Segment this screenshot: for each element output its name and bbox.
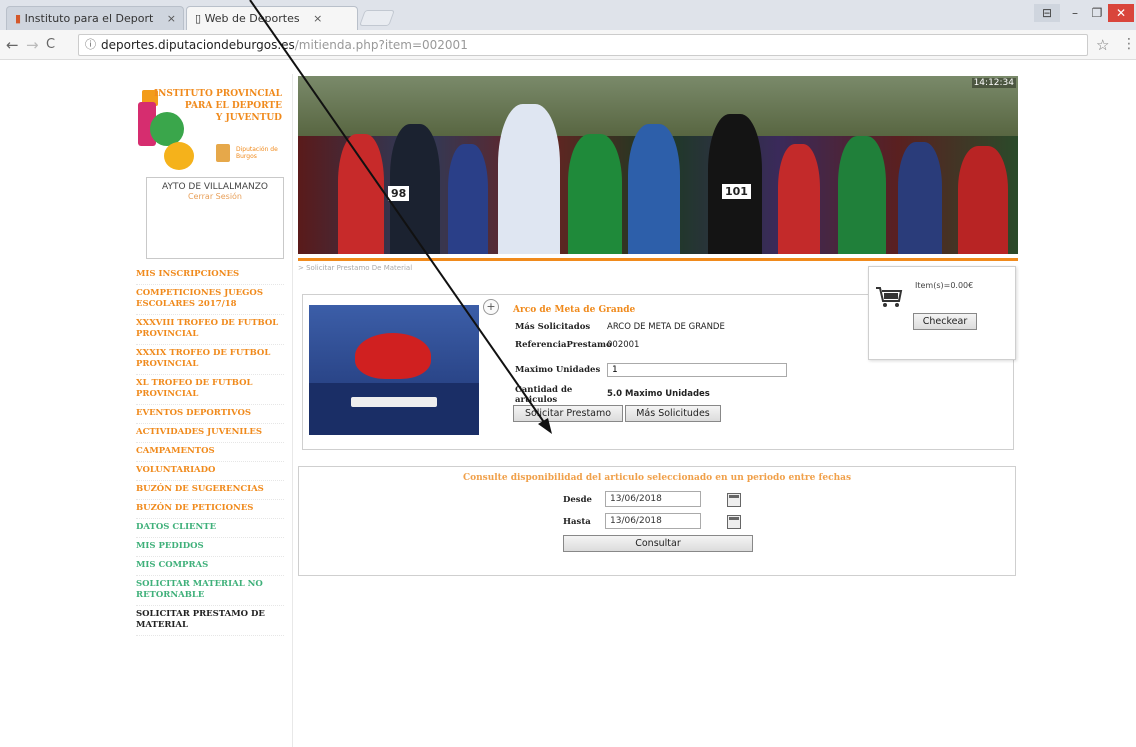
page-icon: ▯: [195, 12, 202, 25]
product-row: ReferenciaPrestamo002001: [515, 340, 639, 350]
most-requested-button[interactable]: Más Solicitudes: [625, 405, 721, 422]
sidebar-item[interactable]: MIS INSCRIPCIONES: [136, 266, 284, 285]
crest-icon: [216, 144, 230, 162]
site-logo[interactable]: INSTITUTO PROVINCIAL PARA EL DEPORTE Y J…: [132, 80, 284, 176]
from-label: Desde: [563, 495, 592, 505]
clock: 14:12:34: [971, 78, 1016, 88]
product-image[interactable]: [309, 305, 479, 435]
profile-button[interactable]: ⊟: [1034, 4, 1060, 22]
page: INSTITUTO PROVINCIAL PARA EL DEPORTE Y J…: [0, 60, 1136, 747]
availability-panel: Consulte disponibilidad del articulo sel…: [298, 466, 1016, 576]
new-tab-button[interactable]: [359, 10, 395, 26]
logout-link[interactable]: Cerrar Sesión: [147, 192, 283, 201]
row-value: 002001: [607, 340, 640, 350]
address-row: ← → C ⓘ deportes.diputaciondeburgos.es/m…: [0, 30, 1136, 60]
sidebar-item[interactable]: ACTIVIDADES JUVENILES: [136, 424, 284, 443]
user-box: AYTO DE VILLALMANZO Cerrar Sesión: [146, 177, 284, 259]
sidebar-item[interactable]: XXXIX TROFEO DE FUTBOL PROVINCIAL: [136, 345, 284, 375]
header-banner: 98 101 14:12:34: [298, 76, 1018, 254]
checkout-button[interactable]: Checkear: [913, 313, 977, 330]
tab-bar: ▮ Instituto para el Deport × ▯ Web de De…: [0, 0, 1136, 30]
sidebar-item[interactable]: DATOS CLIENTE: [136, 519, 284, 538]
tab-title: Web de Deportes: [204, 12, 300, 25]
zoom-icon[interactable]: +: [483, 299, 499, 315]
back-icon[interactable]: ←: [6, 36, 19, 54]
row-value: ARCO DE META DE GRANDE: [607, 322, 725, 332]
tab-web-deportes[interactable]: ▯ Web de Deportes ×: [186, 6, 358, 30]
product-row: Cantidad de articulos: [515, 385, 605, 405]
bookmark-star-icon[interactable]: ☆: [1096, 36, 1109, 54]
logo-subtitle: Diputación de Burgos: [236, 146, 278, 160]
sidebar-item[interactable]: SOLICITAR PRESTAMO DE MATERIAL: [136, 606, 284, 636]
url-domain: deportes.diputaciondeburgos.es: [101, 38, 295, 52]
sidebar-item[interactable]: MIS COMPRAS: [136, 557, 284, 576]
to-label: Hasta: [563, 517, 591, 527]
sidebar-menu: MIS INSCRIPCIONES COMPETICIONES JUEGOS ES…: [136, 266, 284, 636]
quantity-input[interactable]: 1: [607, 363, 787, 377]
to-date-input[interactable]: 13/06/2018: [605, 513, 701, 529]
browser-menu-icon[interactable]: ⋮: [1122, 36, 1136, 52]
runner-bib: 101: [722, 184, 751, 199]
product-row: Maximo Unidades: [515, 365, 607, 375]
product-title: Arco de Meta de Grande: [513, 305, 636, 315]
product-row: Más Solicitados ARCO DE META DE GRANDE: [515, 322, 725, 332]
request-loan-button[interactable]: Solicitar Prestamo: [513, 405, 623, 422]
info-icon: ⓘ: [85, 38, 96, 51]
consult-button[interactable]: Consultar: [563, 535, 753, 552]
sidebar-item[interactable]: XL TROFEO DE FUTBOL PROVINCIAL: [136, 375, 284, 405]
from-date-input[interactable]: 13/06/2018: [605, 491, 701, 507]
sidebar-item[interactable]: EVENTOS DEPORTIVOS: [136, 405, 284, 424]
cart-items-total: Item(s)=0.00€: [915, 281, 974, 290]
sidebar-divider: [292, 74, 293, 747]
sidebar-item[interactable]: CAMPAMENTOS: [136, 443, 284, 462]
max-units-value: 5.0 Maximo Unidades: [607, 389, 710, 399]
tab-instituto[interactable]: ▮ Instituto para el Deport ×: [6, 6, 184, 30]
logo-text: INSTITUTO PROVINCIAL PARA EL DEPORTE Y J…: [153, 89, 282, 123]
tab-title: Instituto para el Deport: [24, 12, 154, 25]
runner-bib: 98: [388, 186, 410, 201]
row-key: Maximo Unidades: [515, 365, 601, 375]
cart-panel: Item(s)=0.00€ Checkear: [868, 266, 1016, 360]
url-path: /mitienda.php?item=002001: [294, 38, 468, 52]
breadcrumb: > Solicitar Prestamo De Material: [298, 264, 413, 272]
availability-title: Consulte disponibilidad del articulo sel…: [462, 473, 852, 483]
calendar-icon[interactable]: [727, 493, 741, 507]
shopping-cart-icon[interactable]: [875, 285, 903, 309]
address-bar[interactable]: ⓘ deportes.diputaciondeburgos.es/mitiend…: [78, 34, 1088, 56]
sidebar-item[interactable]: SOLICITAR MATERIAL NO RETORNABLE: [136, 576, 284, 606]
reload-icon[interactable]: C: [46, 37, 55, 52]
user-name: AYTO DE VILLALMANZO: [162, 182, 268, 192]
sidebar-item[interactable]: COMPETICIONES JUEGOS ESCOLARES 2017/18: [136, 285, 284, 315]
row-key: ReferenciaPrestamo: [515, 340, 612, 350]
close-window-button[interactable]: ✕: [1108, 4, 1134, 22]
sidebar-item[interactable]: BUZÓN DE PETICIONES: [136, 500, 284, 519]
close-tab-icon[interactable]: ×: [313, 12, 322, 25]
favicon-icon: ▮: [15, 12, 22, 25]
close-tab-icon[interactable]: ×: [167, 12, 176, 25]
maximize-button[interactable]: ❐: [1086, 4, 1108, 22]
sidebar-item[interactable]: XXXVIII TROFEO DE FUTBOL PROVINCIAL: [136, 315, 284, 345]
calendar-icon[interactable]: [727, 515, 741, 529]
sidebar-item[interactable]: BUZÓN DE SUGERENCIAS: [136, 481, 284, 500]
header-divider: [298, 258, 1018, 261]
sidebar-item[interactable]: VOLUNTARIADO: [136, 462, 284, 481]
row-key: Cantidad de articulos: [515, 385, 573, 405]
sidebar-item[interactable]: MIS PEDIDOS: [136, 538, 284, 557]
forward-icon[interactable]: →: [26, 36, 39, 54]
row-key: Más Solicitados: [515, 322, 591, 332]
minimize-button[interactable]: –: [1064, 4, 1086, 22]
